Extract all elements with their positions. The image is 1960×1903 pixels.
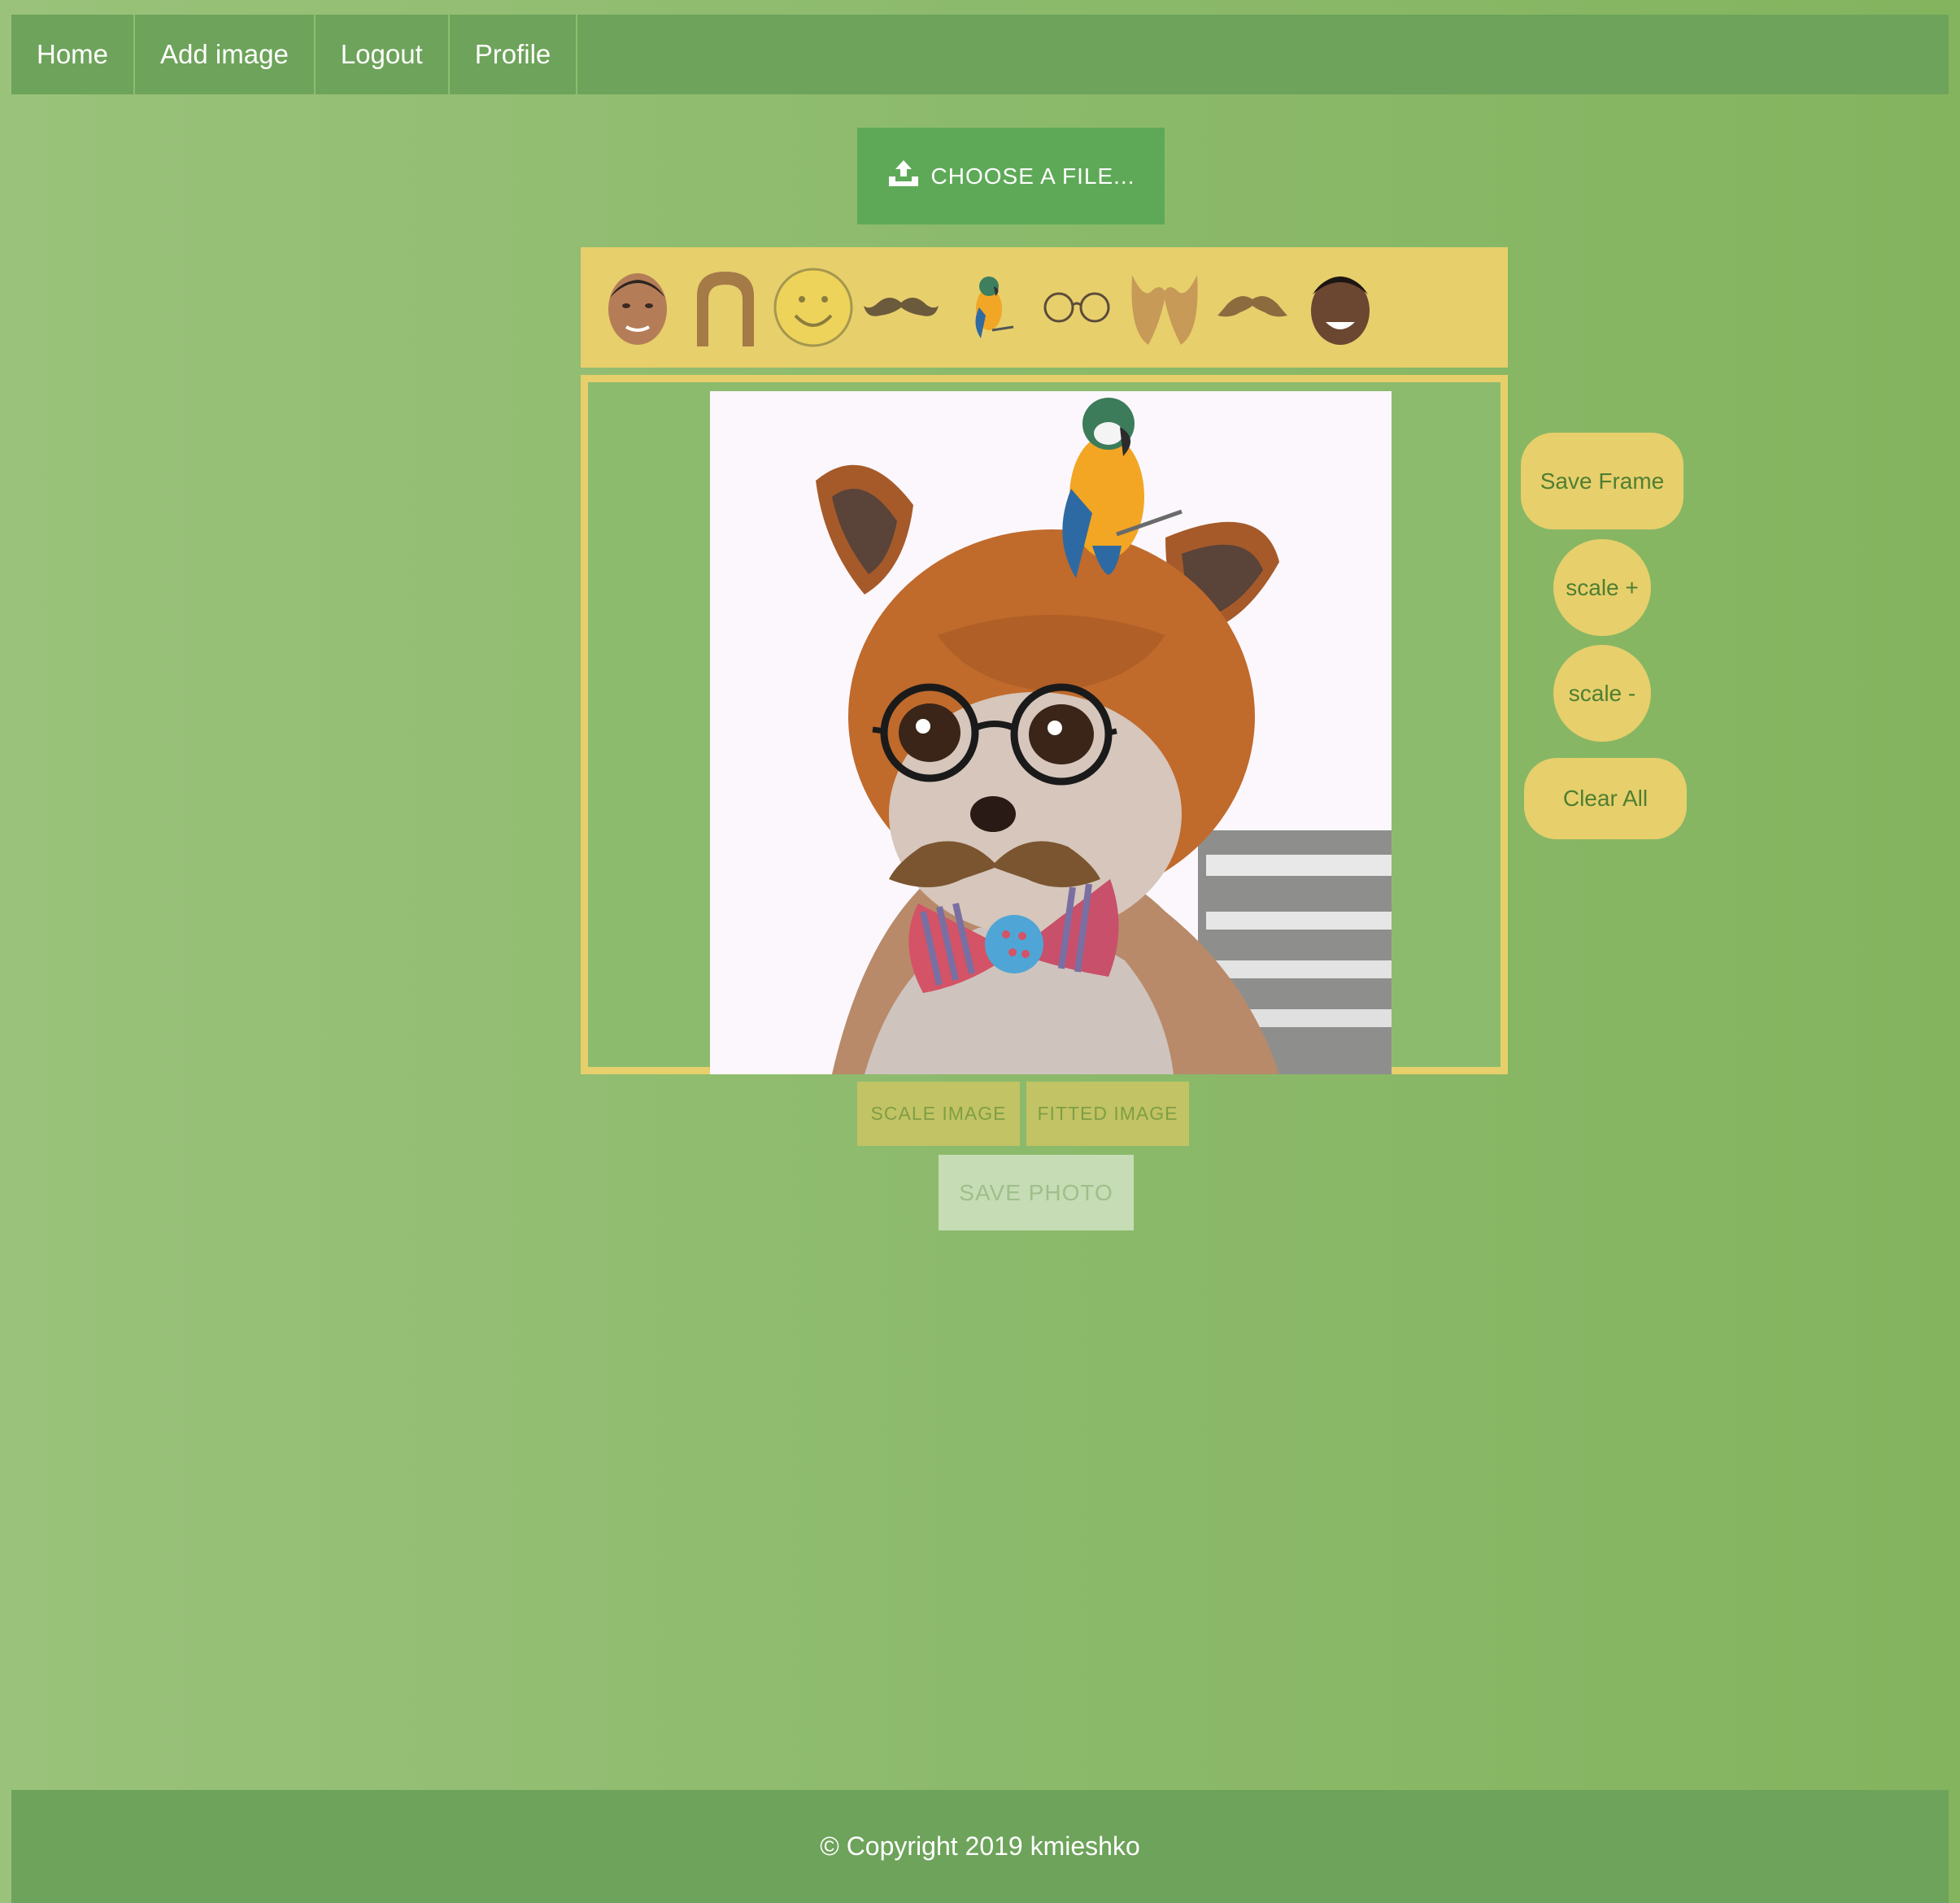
scale-plus-button[interactable]: scale + [1553, 539, 1651, 636]
sticker-bar [581, 247, 1508, 368]
scale-image-button[interactable]: SCALE IMAGE [857, 1082, 1020, 1146]
save-frame-button[interactable]: Save Frame [1521, 433, 1683, 529]
smiley-sticker[interactable] [773, 267, 854, 348]
choose-file-label: CHOOSE A FILE... [930, 163, 1135, 189]
hair-sticker[interactable] [685, 267, 766, 348]
nav-add-image[interactable]: Add image [135, 15, 316, 94]
nav-home[interactable]: Home [11, 15, 136, 94]
nav-profile[interactable]: Profile [450, 15, 578, 94]
scale-minus-button[interactable]: scale - [1553, 645, 1651, 742]
footer-copyright: © Copyright 2019 kmieshko [820, 1831, 1140, 1861]
parrot-sticker[interactable] [948, 267, 1030, 348]
fox-photo [816, 464, 1279, 1074]
glasses-sticker[interactable] [1036, 267, 1117, 348]
footer: © Copyright 2019 kmieshko [11, 1790, 1949, 1903]
save-photo-button[interactable]: SAVE PHOTO [939, 1155, 1134, 1230]
will-smith-face-sticker[interactable] [1300, 267, 1381, 348]
clear-all-button[interactable]: Clear All [1524, 758, 1687, 839]
image-frame [581, 375, 1508, 1074]
nav-logout[interactable]: Logout [316, 15, 450, 94]
fitted-image-button[interactable]: FITTED IMAGE [1026, 1082, 1189, 1146]
mustache-2-sticker[interactable] [1212, 267, 1293, 348]
choose-file-button[interactable]: CHOOSE A FILE... [857, 128, 1165, 224]
upload-icon [887, 159, 920, 194]
beard-sticker[interactable] [1124, 267, 1205, 348]
photo-canvas[interactable] [710, 391, 1392, 1074]
obama-face-sticker[interactable] [597, 267, 678, 348]
mustache-sticker[interactable] [860, 267, 942, 348]
top-nav: Home Add image Logout Profile [11, 15, 1949, 94]
